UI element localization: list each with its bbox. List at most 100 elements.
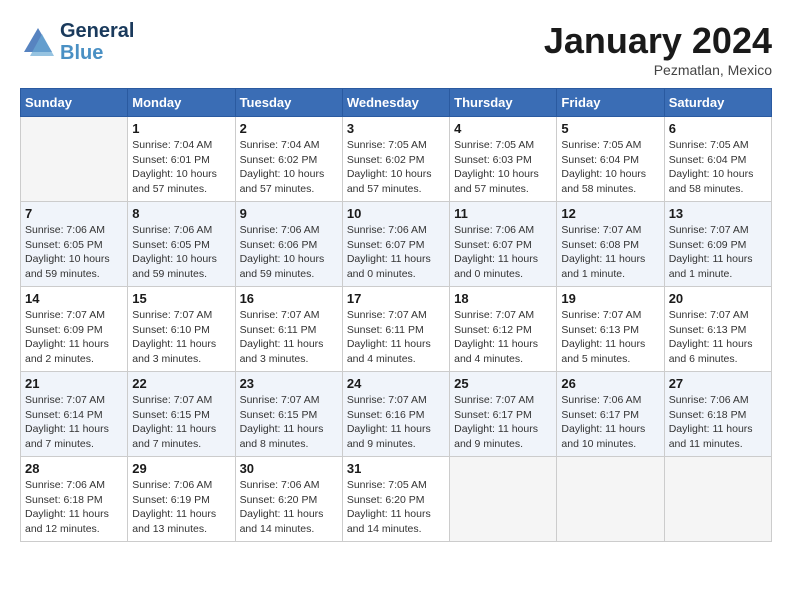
day-number: 28 — [25, 461, 123, 476]
day-info: Sunrise: 7:07 AM Sunset: 6:15 PM Dayligh… — [240, 393, 338, 452]
location: Pezmatlan, Mexico — [544, 62, 772, 78]
day-info: Sunrise: 7:06 AM Sunset: 6:05 PM Dayligh… — [25, 223, 123, 282]
day-info: Sunrise: 7:04 AM Sunset: 6:02 PM Dayligh… — [240, 138, 338, 197]
day-info: Sunrise: 7:05 AM Sunset: 6:02 PM Dayligh… — [347, 138, 445, 197]
day-number: 22 — [132, 376, 230, 391]
day-number: 26 — [561, 376, 659, 391]
day-number: 13 — [669, 206, 767, 221]
day-info: Sunrise: 7:07 AM Sunset: 6:10 PM Dayligh… — [132, 308, 230, 367]
table-row: 8 Sunrise: 7:06 AM Sunset: 6:05 PM Daylig… — [128, 202, 235, 287]
day-info: Sunrise: 7:07 AM Sunset: 6:15 PM Dayligh… — [132, 393, 230, 452]
day-number: 31 — [347, 461, 445, 476]
day-info: Sunrise: 7:06 AM Sunset: 6:20 PM Dayligh… — [240, 478, 338, 537]
day-number: 12 — [561, 206, 659, 221]
page-header: General Blue January 2024 Pezmatlan, Mex… — [20, 20, 772, 78]
table-row — [450, 457, 557, 542]
calendar-table: Sunday Monday Tuesday Wednesday Thursday… — [20, 88, 772, 542]
table-row: 5 Sunrise: 7:05 AM Sunset: 6:04 PM Daylig… — [557, 117, 664, 202]
day-number: 27 — [669, 376, 767, 391]
calendar-week-row: 14Sunrise: 7:07 AM Sunset: 6:09 PM Dayli… — [21, 287, 772, 372]
day-number: 14 — [25, 291, 123, 306]
month-title: January 2024 — [544, 20, 772, 62]
day-number: 18 — [454, 291, 552, 306]
day-number: 3 — [347, 121, 445, 136]
day-number: 24 — [347, 376, 445, 391]
table-row: 22 Sunrise: 7:07 AM Sunset: 6:15 PM Dayli… — [128, 372, 235, 457]
table-row: 16 Sunrise: 7:07 AM Sunset: 6:11 PM Dayli… — [235, 287, 342, 372]
table-row — [557, 457, 664, 542]
table-row: 25Sunrise: 7:07 AM Sunset: 6:17 PM Dayli… — [450, 372, 557, 457]
calendar-week-row: 7Sunrise: 7:06 AM Sunset: 6:05 PM Daylig… — [21, 202, 772, 287]
table-row: 10Sunrise: 7:06 AM Sunset: 6:07 PM Dayli… — [342, 202, 449, 287]
col-thursday: Thursday — [450, 89, 557, 117]
table-row: 9Sunrise: 7:06 AM Sunset: 6:06 PM Daylig… — [235, 202, 342, 287]
day-info: Sunrise: 7:07 AM Sunset: 6:17 PM Dayligh… — [454, 393, 552, 452]
table-row: 11 Sunrise: 7:06 AM Sunset: 6:07 PM Dayli… — [450, 202, 557, 287]
day-info: Sunrise: 7:05 AM Sunset: 6:04 PM Dayligh… — [669, 138, 767, 197]
day-info: Sunrise: 7:07 AM Sunset: 6:13 PM Dayligh… — [561, 308, 659, 367]
day-info: Sunrise: 7:06 AM Sunset: 6:07 PM Dayligh… — [454, 223, 552, 282]
day-number: 11 — [454, 206, 552, 221]
day-number: 9 — [240, 206, 338, 221]
day-info: Sunrise: 7:06 AM Sunset: 6:18 PM Dayligh… — [669, 393, 767, 452]
table-row: 12 Sunrise: 7:07 AM Sunset: 6:08 PM Dayli… — [557, 202, 664, 287]
table-row: 26 Sunrise: 7:06 AM Sunset: 6:17 PM Dayli… — [557, 372, 664, 457]
day-info: Sunrise: 7:06 AM Sunset: 6:05 PM Dayligh… — [132, 223, 230, 282]
table-row: 4 Sunrise: 7:05 AM Sunset: 6:03 PM Daylig… — [450, 117, 557, 202]
day-info: Sunrise: 7:07 AM Sunset: 6:13 PM Dayligh… — [669, 308, 767, 367]
day-number: 17 — [347, 291, 445, 306]
day-info: Sunrise: 7:06 AM Sunset: 6:07 PM Dayligh… — [347, 223, 445, 282]
col-saturday: Saturday — [664, 89, 771, 117]
day-info: Sunrise: 7:07 AM Sunset: 6:08 PM Dayligh… — [561, 223, 659, 282]
table-row: 17 Sunrise: 7:07 AM Sunset: 6:11 PM Dayli… — [342, 287, 449, 372]
calendar-week-row: 1Sunrise: 7:04 AM Sunset: 6:01 PM Daylig… — [21, 117, 772, 202]
day-number: 20 — [669, 291, 767, 306]
table-row: 20 Sunrise: 7:07 AM Sunset: 6:13 PM Dayli… — [664, 287, 771, 372]
table-row — [664, 457, 771, 542]
day-info: Sunrise: 7:06 AM Sunset: 6:18 PM Dayligh… — [25, 478, 123, 537]
day-number: 16 — [240, 291, 338, 306]
table-row: 2 Sunrise: 7:04 AM Sunset: 6:02 PM Daylig… — [235, 117, 342, 202]
table-row: 28 Sunrise: 7:06 AM Sunset: 6:18 PM Dayli… — [21, 457, 128, 542]
day-number: 8 — [132, 206, 230, 221]
title-block: January 2024 Pezmatlan, Mexico — [544, 20, 772, 78]
day-info: Sunrise: 7:07 AM Sunset: 6:16 PM Dayligh… — [347, 393, 445, 452]
day-info: Sunrise: 7:04 AM Sunset: 6:01 PM Dayligh… — [132, 138, 230, 197]
day-number: 30 — [240, 461, 338, 476]
day-info: Sunrise: 7:07 AM Sunset: 6:09 PM Dayligh… — [669, 223, 767, 282]
day-number: 4 — [454, 121, 552, 136]
table-row — [21, 117, 128, 202]
col-sunday: Sunday — [21, 89, 128, 117]
day-info: Sunrise: 7:07 AM Sunset: 6:11 PM Dayligh… — [240, 308, 338, 367]
table-row: 24 Sunrise: 7:07 AM Sunset: 6:16 PM Dayli… — [342, 372, 449, 457]
day-number: 23 — [240, 376, 338, 391]
day-number: 2 — [240, 121, 338, 136]
day-number: 15 — [132, 291, 230, 306]
calendar-header-row: Sunday Monday Tuesday Wednesday Thursday… — [21, 89, 772, 117]
logo: General Blue — [20, 20, 134, 64]
day-number: 19 — [561, 291, 659, 306]
table-row: 7Sunrise: 7:06 AM Sunset: 6:05 PM Daylig… — [21, 202, 128, 287]
col-wednesday: Wednesday — [342, 89, 449, 117]
day-number: 5 — [561, 121, 659, 136]
day-info: Sunrise: 7:05 AM Sunset: 6:20 PM Dayligh… — [347, 478, 445, 537]
day-info: Sunrise: 7:06 AM Sunset: 6:17 PM Dayligh… — [561, 393, 659, 452]
table-row: 31 Sunrise: 7:05 AM Sunset: 6:20 PM Dayli… — [342, 457, 449, 542]
col-friday: Friday — [557, 89, 664, 117]
logo-name: General — [60, 20, 134, 42]
table-row: 21Sunrise: 7:07 AM Sunset: 6:14 PM Dayli… — [21, 372, 128, 457]
table-row: 23 Sunrise: 7:07 AM Sunset: 6:15 PM Dayli… — [235, 372, 342, 457]
table-row: 30 Sunrise: 7:06 AM Sunset: 6:20 PM Dayli… — [235, 457, 342, 542]
day-info: Sunrise: 7:07 AM Sunset: 6:11 PM Dayligh… — [347, 308, 445, 367]
day-info: Sunrise: 7:07 AM Sunset: 6:12 PM Dayligh… — [454, 308, 552, 367]
logo-name2: Blue — [60, 42, 134, 64]
table-row: 14Sunrise: 7:07 AM Sunset: 6:09 PM Dayli… — [21, 287, 128, 372]
table-row: 29Sunrise: 7:06 AM Sunset: 6:19 PM Dayli… — [128, 457, 235, 542]
day-info: Sunrise: 7:05 AM Sunset: 6:04 PM Dayligh… — [561, 138, 659, 197]
table-row: 15 Sunrise: 7:07 AM Sunset: 6:10 PM Dayli… — [128, 287, 235, 372]
day-info: Sunrise: 7:05 AM Sunset: 6:03 PM Dayligh… — [454, 138, 552, 197]
table-row: 19 Sunrise: 7:07 AM Sunset: 6:13 PM Dayli… — [557, 287, 664, 372]
calendar-week-row: 21Sunrise: 7:07 AM Sunset: 6:14 PM Dayli… — [21, 372, 772, 457]
table-row: 13 Sunrise: 7:07 AM Sunset: 6:09 PM Dayli… — [664, 202, 771, 287]
col-monday: Monday — [128, 89, 235, 117]
